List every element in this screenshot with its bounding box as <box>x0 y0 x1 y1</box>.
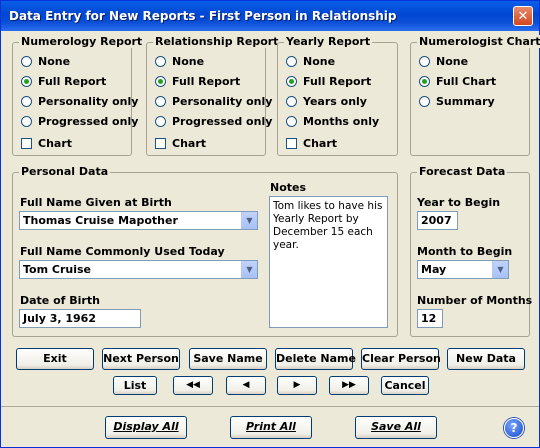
personal-data-title: Personal Data <box>19 165 111 178</box>
delete-name-button[interactable]: Delete Name <box>275 348 356 370</box>
radio-icon <box>419 56 430 67</box>
save-all-button[interactable]: Save All <box>355 416 437 439</box>
radio-icon <box>21 116 32 127</box>
number-of-months-label: Number of Months <box>417 294 533 307</box>
relationship-chart-checkbox[interactable]: Chart <box>155 137 206 150</box>
first-record-button[interactable]: ◀◀ <box>173 376 213 395</box>
personal-data-group: Personal Data Full Name Given at Birth T… <box>12 165 398 337</box>
radio-icon <box>21 56 32 67</box>
dob-label: Date of Birth <box>20 294 100 307</box>
month-to-begin-label: Month to Begin <box>417 245 513 258</box>
numerologist-option-none[interactable]: None <box>419 55 468 68</box>
common-name-label: Full Name Commonly Used Today <box>20 245 225 258</box>
checkbox-icon <box>286 138 297 149</box>
data-entry-window: Data Entry for New Reports - First Perso… <box>0 0 540 448</box>
chevron-down-icon[interactable]: ▼ <box>492 261 508 278</box>
yearly-report-title: Yearly Report <box>284 35 373 48</box>
title-bar: Data Entry for New Reports - First Perso… <box>1 1 539 31</box>
yearly-option-none[interactable]: None <box>286 55 335 68</box>
previous-record-button[interactable]: ◀ <box>226 376 266 395</box>
yearly-report-group: Yearly Report None Full Report Years onl… <box>277 35 398 156</box>
common-name-value: Tom Cruise <box>23 263 91 276</box>
common-name-combo[interactable]: Tom Cruise ▼ <box>19 260 258 279</box>
yearly-option-years-only[interactable]: Years only <box>286 95 367 108</box>
radio-selected-icon <box>419 76 430 87</box>
dob-input[interactable]: July 3, 1962 <box>19 309 141 328</box>
notes-label: Notes <box>270 181 307 194</box>
radio-selected-icon <box>286 76 297 87</box>
window-title: Data Entry for New Reports - First Perso… <box>9 9 397 23</box>
relationship-option-progressed-only[interactable]: Progressed only <box>155 115 272 128</box>
radio-icon <box>286 56 297 67</box>
numerology-report-title: Numerology Report <box>19 35 145 48</box>
radio-icon <box>155 116 166 127</box>
clear-person-button[interactable]: Clear Person <box>361 348 441 370</box>
display-all-button[interactable]: Display All <box>105 416 187 439</box>
radio-selected-icon <box>155 76 166 87</box>
help-icon[interactable]: ? <box>504 418 524 438</box>
chevron-down-icon[interactable]: ▼ <box>241 212 257 229</box>
new-data-button[interactable]: New Data <box>447 348 525 370</box>
forecast-data-title: Forecast Data <box>417 165 508 178</box>
checkbox-icon <box>21 138 32 149</box>
relationship-option-personality-only[interactable]: Personality only <box>155 95 272 108</box>
relationship-option-full-report[interactable]: Full Report <box>155 75 240 88</box>
last-record-button[interactable]: ▶▶ <box>329 376 369 395</box>
radio-selected-icon <box>21 76 32 87</box>
month-to-begin-combo[interactable]: May ▼ <box>417 260 509 279</box>
month-to-begin-value: May <box>421 263 447 276</box>
yearly-chart-checkbox[interactable]: Chart <box>286 137 337 150</box>
numerologist-option-full-chart[interactable]: Full Chart <box>419 75 496 88</box>
next-person-button[interactable]: Next Person <box>102 348 180 370</box>
radio-icon <box>419 96 430 107</box>
numerology-option-personality-only[interactable]: Personality only <box>21 95 138 108</box>
birth-name-combo[interactable]: Thomas Cruise Mapother ▼ <box>19 211 258 230</box>
radio-icon <box>21 96 32 107</box>
list-button[interactable]: List <box>113 376 157 395</box>
birth-name-label: Full Name Given at Birth <box>20 196 172 209</box>
cancel-button[interactable]: Cancel <box>381 376 429 395</box>
yearly-option-months-only[interactable]: Months only <box>286 115 379 128</box>
numerology-report-group: Numerology Report None Full Report Perso… <box>12 35 145 156</box>
relationship-report-title: Relationship Report <box>153 35 281 48</box>
year-to-begin-label: Year to Begin <box>417 196 501 209</box>
birth-name-value: Thomas Cruise Mapother <box>23 214 178 227</box>
notes-textarea[interactable]: Tom likes to have his Yearly Report by D… <box>269 196 388 328</box>
print-all-button[interactable]: Print All <box>230 416 312 439</box>
number-of-months-input[interactable]: 12 <box>417 309 443 328</box>
numerology-chart-checkbox[interactable]: Chart <box>21 137 72 150</box>
radio-icon <box>286 96 297 107</box>
radio-icon <box>155 96 166 107</box>
next-record-button[interactable]: ▶ <box>277 376 317 395</box>
relationship-report-group: Relationship Report None Full Report Per… <box>146 35 281 156</box>
close-icon[interactable]: ✕ <box>513 6 533 26</box>
numerology-option-progressed-only[interactable]: Progressed only <box>21 115 138 128</box>
checkbox-icon <box>155 138 166 149</box>
numerology-option-none[interactable]: None <box>21 55 70 68</box>
numerology-option-full-report[interactable]: Full Report <box>21 75 106 88</box>
radio-icon <box>286 116 297 127</box>
yearly-option-full-report[interactable]: Full Report <box>286 75 371 88</box>
year-to-begin-input[interactable]: 2007 <box>417 211 458 230</box>
numerologist-chart-group: Numerologist Chart None Full Chart Summa… <box>410 35 540 156</box>
radio-icon <box>155 56 166 67</box>
relationship-option-none[interactable]: None <box>155 55 204 68</box>
save-name-button[interactable]: Save Name <box>189 348 267 370</box>
forecast-data-group: Forecast Data Year to Begin 2007 Month t… <box>410 165 533 337</box>
exit-button[interactable]: Exit <box>16 348 94 370</box>
chevron-down-icon[interactable]: ▼ <box>241 261 257 278</box>
numerologist-option-summary[interactable]: Summary <box>419 95 495 108</box>
numerologist-chart-title: Numerologist Chart <box>417 35 540 48</box>
footer-divider <box>1 406 539 407</box>
